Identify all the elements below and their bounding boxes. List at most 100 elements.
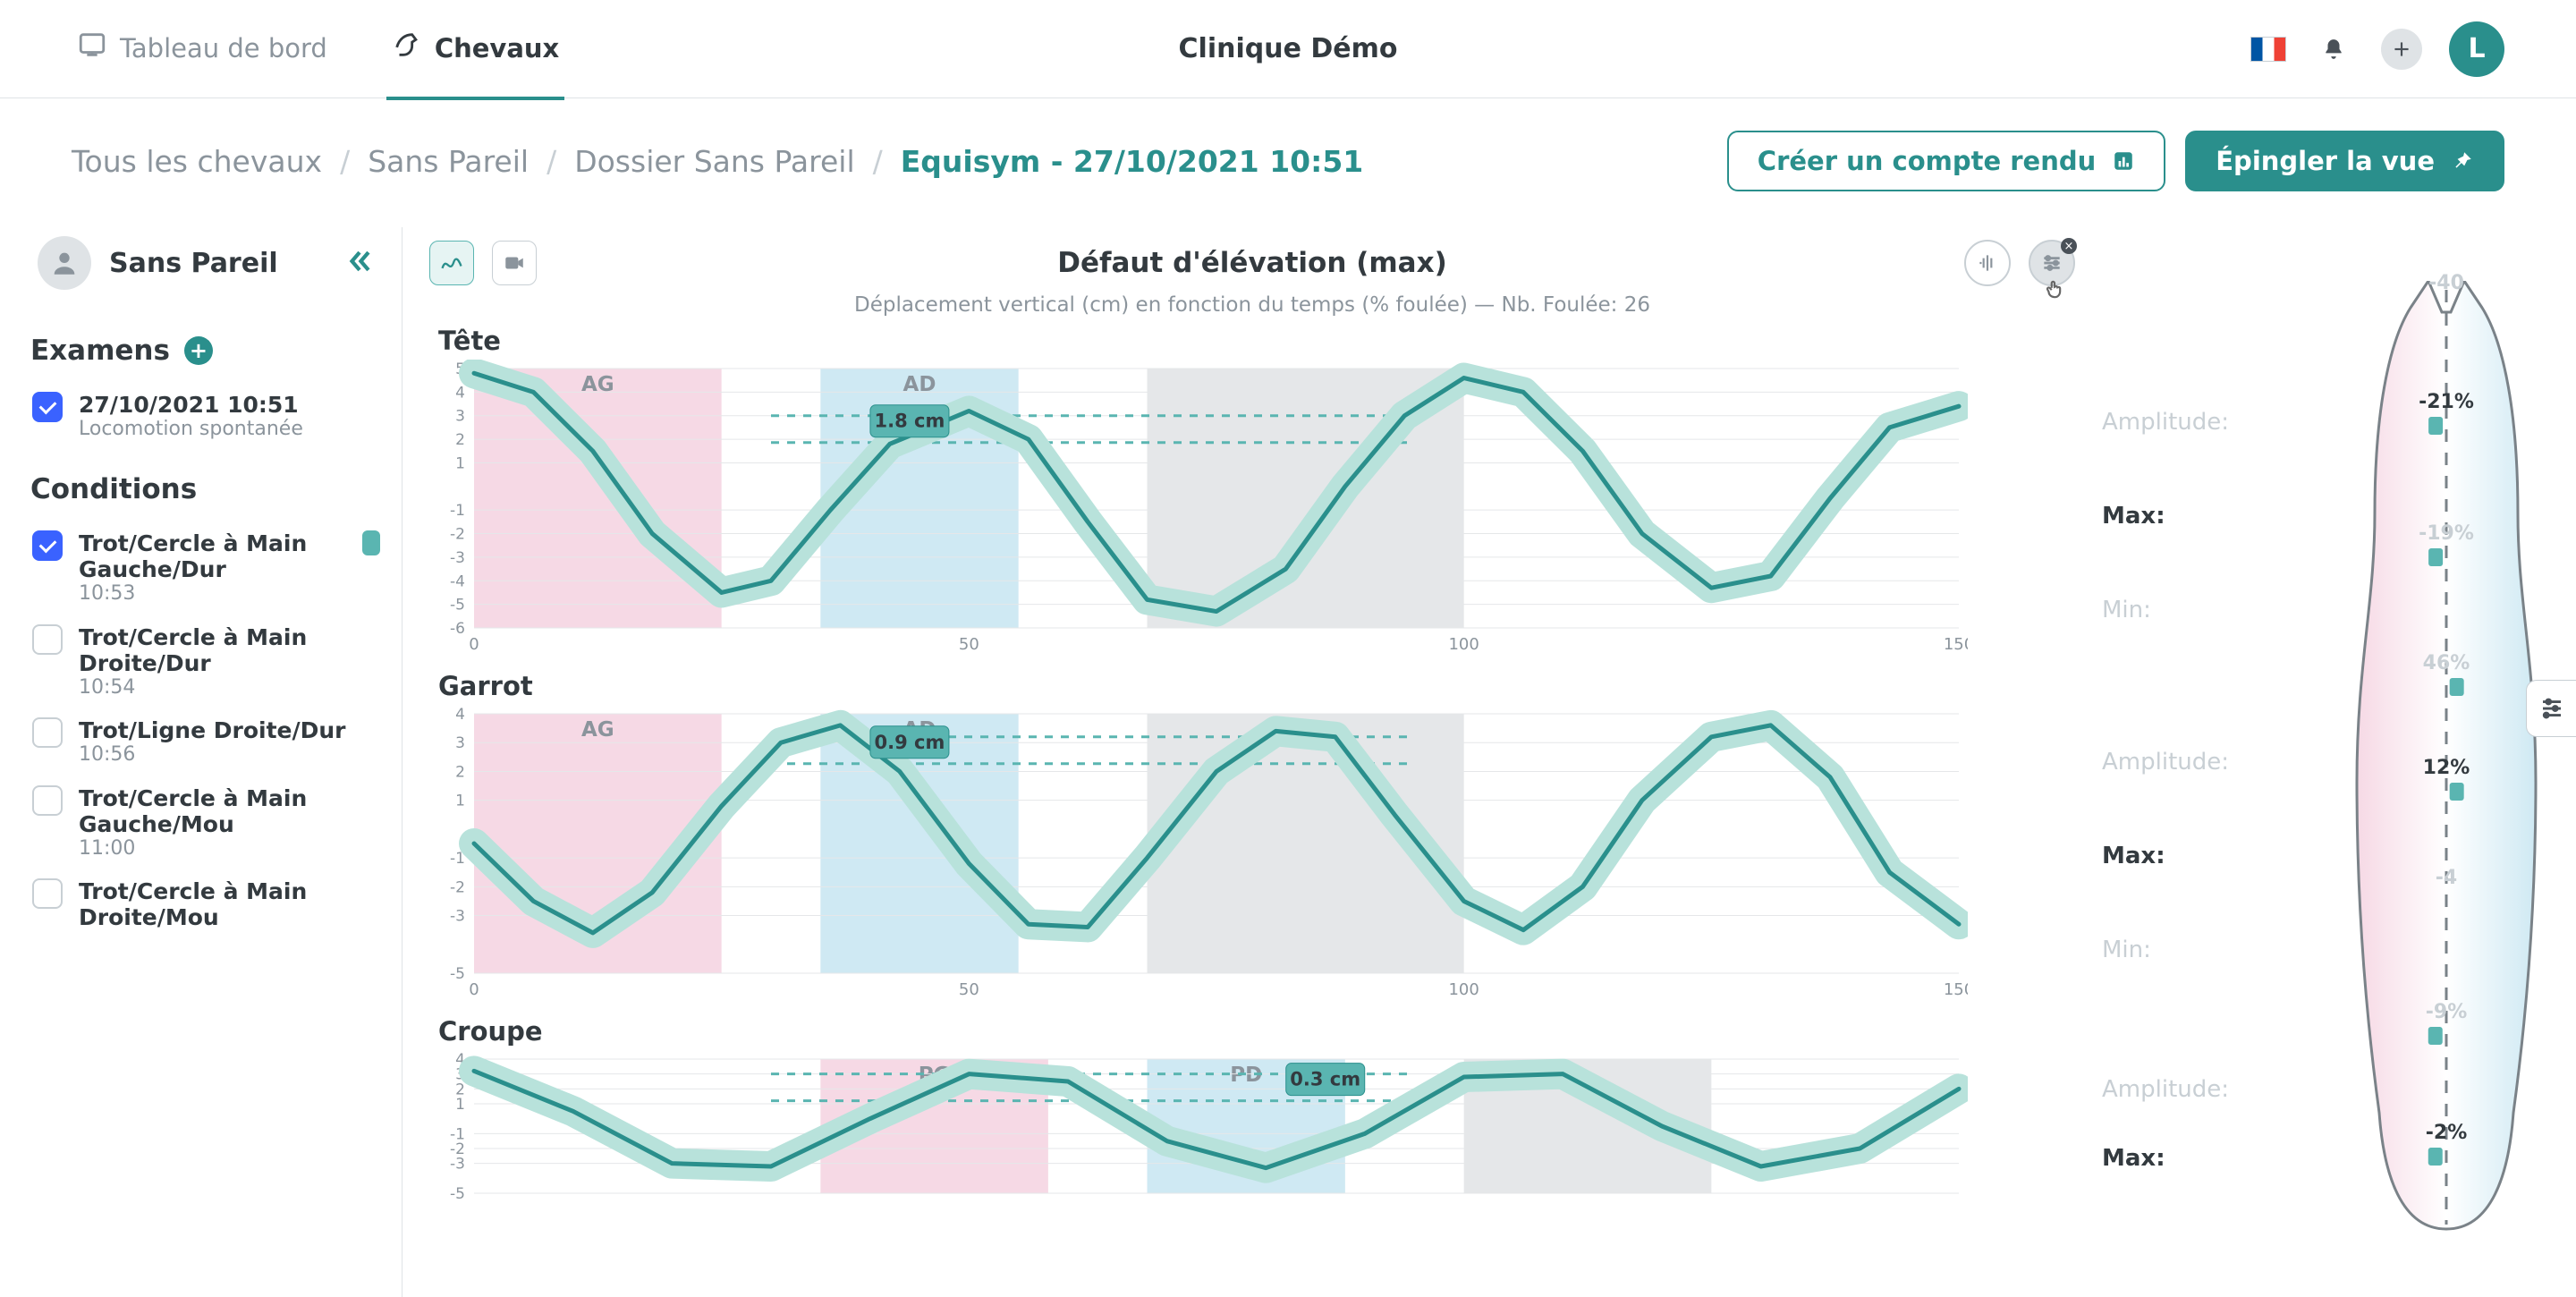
marker-value: -19%: [2419, 522, 2474, 545]
avatar-initial: L: [2468, 33, 2485, 64]
marker-value: -21%: [2419, 391, 2474, 413]
condition-item[interactable]: Trot/Cercle à Main Gauche/Mou11:00: [27, 776, 386, 869]
marker-value: 46%: [2423, 652, 2470, 674]
chart-panel-title: Garrot: [438, 671, 2075, 701]
metric-group-croupe: Amplitude: Max:: [2102, 1014, 2317, 1211]
nav-horses-label: Chevaux: [435, 33, 559, 64]
horse-silhouette-column: -40 -21% -19% 46% 12% -4 -9% -2%: [2317, 227, 2576, 1297]
condition-time: 11:00: [79, 837, 380, 860]
audio-analysis-button[interactable]: [1964, 240, 2011, 286]
chart-panel-title: Tête: [438, 326, 2075, 356]
svg-text:0.3 cm: 0.3 cm: [1290, 1069, 1360, 1090]
nav-dashboard[interactable]: Tableau de bord: [72, 0, 333, 100]
breadcrumb-sep: /: [873, 144, 883, 179]
pin-view-button[interactable]: Épingler la vue: [2185, 131, 2504, 191]
chart-main-title: Défaut d'élévation (max): [1057, 247, 1446, 279]
condition-time: 10:53: [79, 582, 346, 606]
collapse-sidebar-button[interactable]: [344, 246, 375, 280]
nav-dashboard-label: Tableau de bord: [120, 33, 327, 64]
horse-marker: -2%: [2426, 1122, 2467, 1166]
condition-time: 10:56: [79, 743, 346, 767]
nav-horses[interactable]: Chevaux: [386, 0, 564, 100]
horse-marker: -9%: [2426, 1001, 2467, 1045]
marker-bar: [2450, 783, 2464, 801]
breadcrumb-item[interactable]: Sans Pareil: [368, 144, 529, 179]
condition-item[interactable]: Trot/Cercle à Main Droite/Mou: [27, 869, 386, 939]
view-mode-curves-button[interactable]: [429, 241, 474, 285]
clinic-title: Clinique Démo: [1179, 33, 1398, 64]
chart-svg: AGAD4321-1-2-3-50.9 cm050100150: [429, 705, 1968, 1000]
exam-date: 27/10/2021 10:51: [79, 392, 303, 418]
close-badge-icon: ×: [2061, 238, 2077, 254]
svg-text:150: 150: [1944, 980, 1968, 999]
svg-text:2: 2: [455, 763, 465, 781]
cursor-hand-icon: [2043, 276, 2066, 302]
condition-item[interactable]: Trot/Cercle à Main Gauche/Dur10:53: [27, 521, 386, 615]
svg-text:-3: -3: [450, 1156, 465, 1174]
breadcrumb-sep: /: [340, 144, 350, 179]
marker-value: -9%: [2426, 1001, 2467, 1023]
svg-text:4: 4: [455, 706, 465, 724]
svg-text:0.9 cm: 0.9 cm: [875, 732, 945, 753]
side-settings-tab[interactable]: [2526, 680, 2576, 737]
user-avatar[interactable]: L: [2449, 21, 2504, 77]
create-report-button[interactable]: Créer un compte rendu: [1727, 131, 2165, 191]
svg-text:1: 1: [455, 793, 465, 810]
horse-avatar-icon: [38, 236, 91, 290]
exam-item[interactable]: 27/10/2021 10:51 Locomotion spontanée: [27, 383, 386, 450]
metric-max: Max:: [2102, 1145, 2317, 1172]
conditions-section-title: Conditions: [30, 473, 386, 505]
condition-checkbox[interactable]: [32, 624, 63, 655]
add-button[interactable]: [2381, 29, 2422, 70]
curve-icon: [439, 250, 464, 276]
filter-settings-button[interactable]: ×: [2029, 240, 2075, 286]
breadcrumb-item[interactable]: Tous les chevaux: [72, 144, 322, 179]
svg-text:-2: -2: [450, 526, 465, 544]
exam-checkbox[interactable]: [32, 392, 63, 422]
chart-column: Défaut d'élévation (max) × Déplacement v…: [402, 227, 2102, 1297]
sliders-icon: [2040, 251, 2063, 275]
metric-max: Max:: [2102, 843, 2317, 869]
notifications-button[interactable]: [2313, 29, 2354, 70]
chart-panel-title: Croupe: [438, 1016, 2075, 1047]
condition-swatch: [362, 530, 380, 555]
metric-max: Max:: [2102, 503, 2317, 530]
svg-text:150: 150: [1944, 635, 1968, 654]
condition-item[interactable]: Trot/Cercle à Main Droite/Dur10:54: [27, 615, 386, 708]
condition-time: 10:54: [79, 676, 380, 699]
waveform-icon: [1976, 251, 1999, 275]
horse-marker: -21%: [2419, 391, 2474, 435]
add-exam-button[interactable]: +: [184, 336, 213, 365]
svg-text:-1: -1: [450, 502, 465, 520]
svg-text:0: 0: [469, 635, 479, 654]
chart-panel-croupe: CroupePGPD4321-1-2-3-50.3 cm: [429, 1016, 2075, 1220]
condition-checkbox[interactable]: [32, 785, 63, 816]
horse-marker: 46%: [2423, 652, 2470, 696]
svg-text:-2: -2: [450, 878, 465, 896]
condition-checkbox[interactable]: [32, 717, 63, 748]
marker-bar: [2428, 1027, 2443, 1045]
top-nav: Tableau de bord Chevaux Clinique Démo L: [0, 0, 2576, 98]
horse-marker: -40: [2428, 272, 2464, 294]
view-mode-video-button[interactable]: [492, 241, 537, 285]
svg-text:1: 1: [455, 1096, 465, 1114]
svg-text:-4: -4: [450, 572, 465, 590]
exams-section-title: Examens +: [30, 335, 386, 367]
locale-flag-fr[interactable]: [2250, 37, 2286, 62]
condition-checkbox[interactable]: [32, 530, 63, 561]
horse-marker: -4: [2436, 867, 2457, 889]
condition-checkbox[interactable]: [32, 878, 63, 909]
breadcrumb-row: Tous les chevaux / Sans Pareil / Dossier…: [0, 98, 2576, 227]
marker-bar: [2450, 678, 2464, 696]
video-icon: [503, 251, 526, 275]
breadcrumb-item[interactable]: Dossier Sans Pareil: [574, 144, 854, 179]
bar-chart-icon: [2112, 149, 2135, 173]
chart-panel-tête: TêteAGAD54321-1-2-3-4-5-61.8 cm050100150: [429, 326, 2075, 655]
svg-text:-3: -3: [450, 549, 465, 567]
condition-item[interactable]: Trot/Ligne Droite/Dur10:56: [27, 708, 386, 776]
condition-title: Trot/Cercle à Main Gauche/Mou: [79, 785, 380, 837]
chevron-double-left-icon: [344, 246, 375, 276]
horse-marker: 12%: [2423, 757, 2470, 801]
marker-bar: [2428, 548, 2443, 566]
svg-text:100: 100: [1448, 635, 1479, 654]
